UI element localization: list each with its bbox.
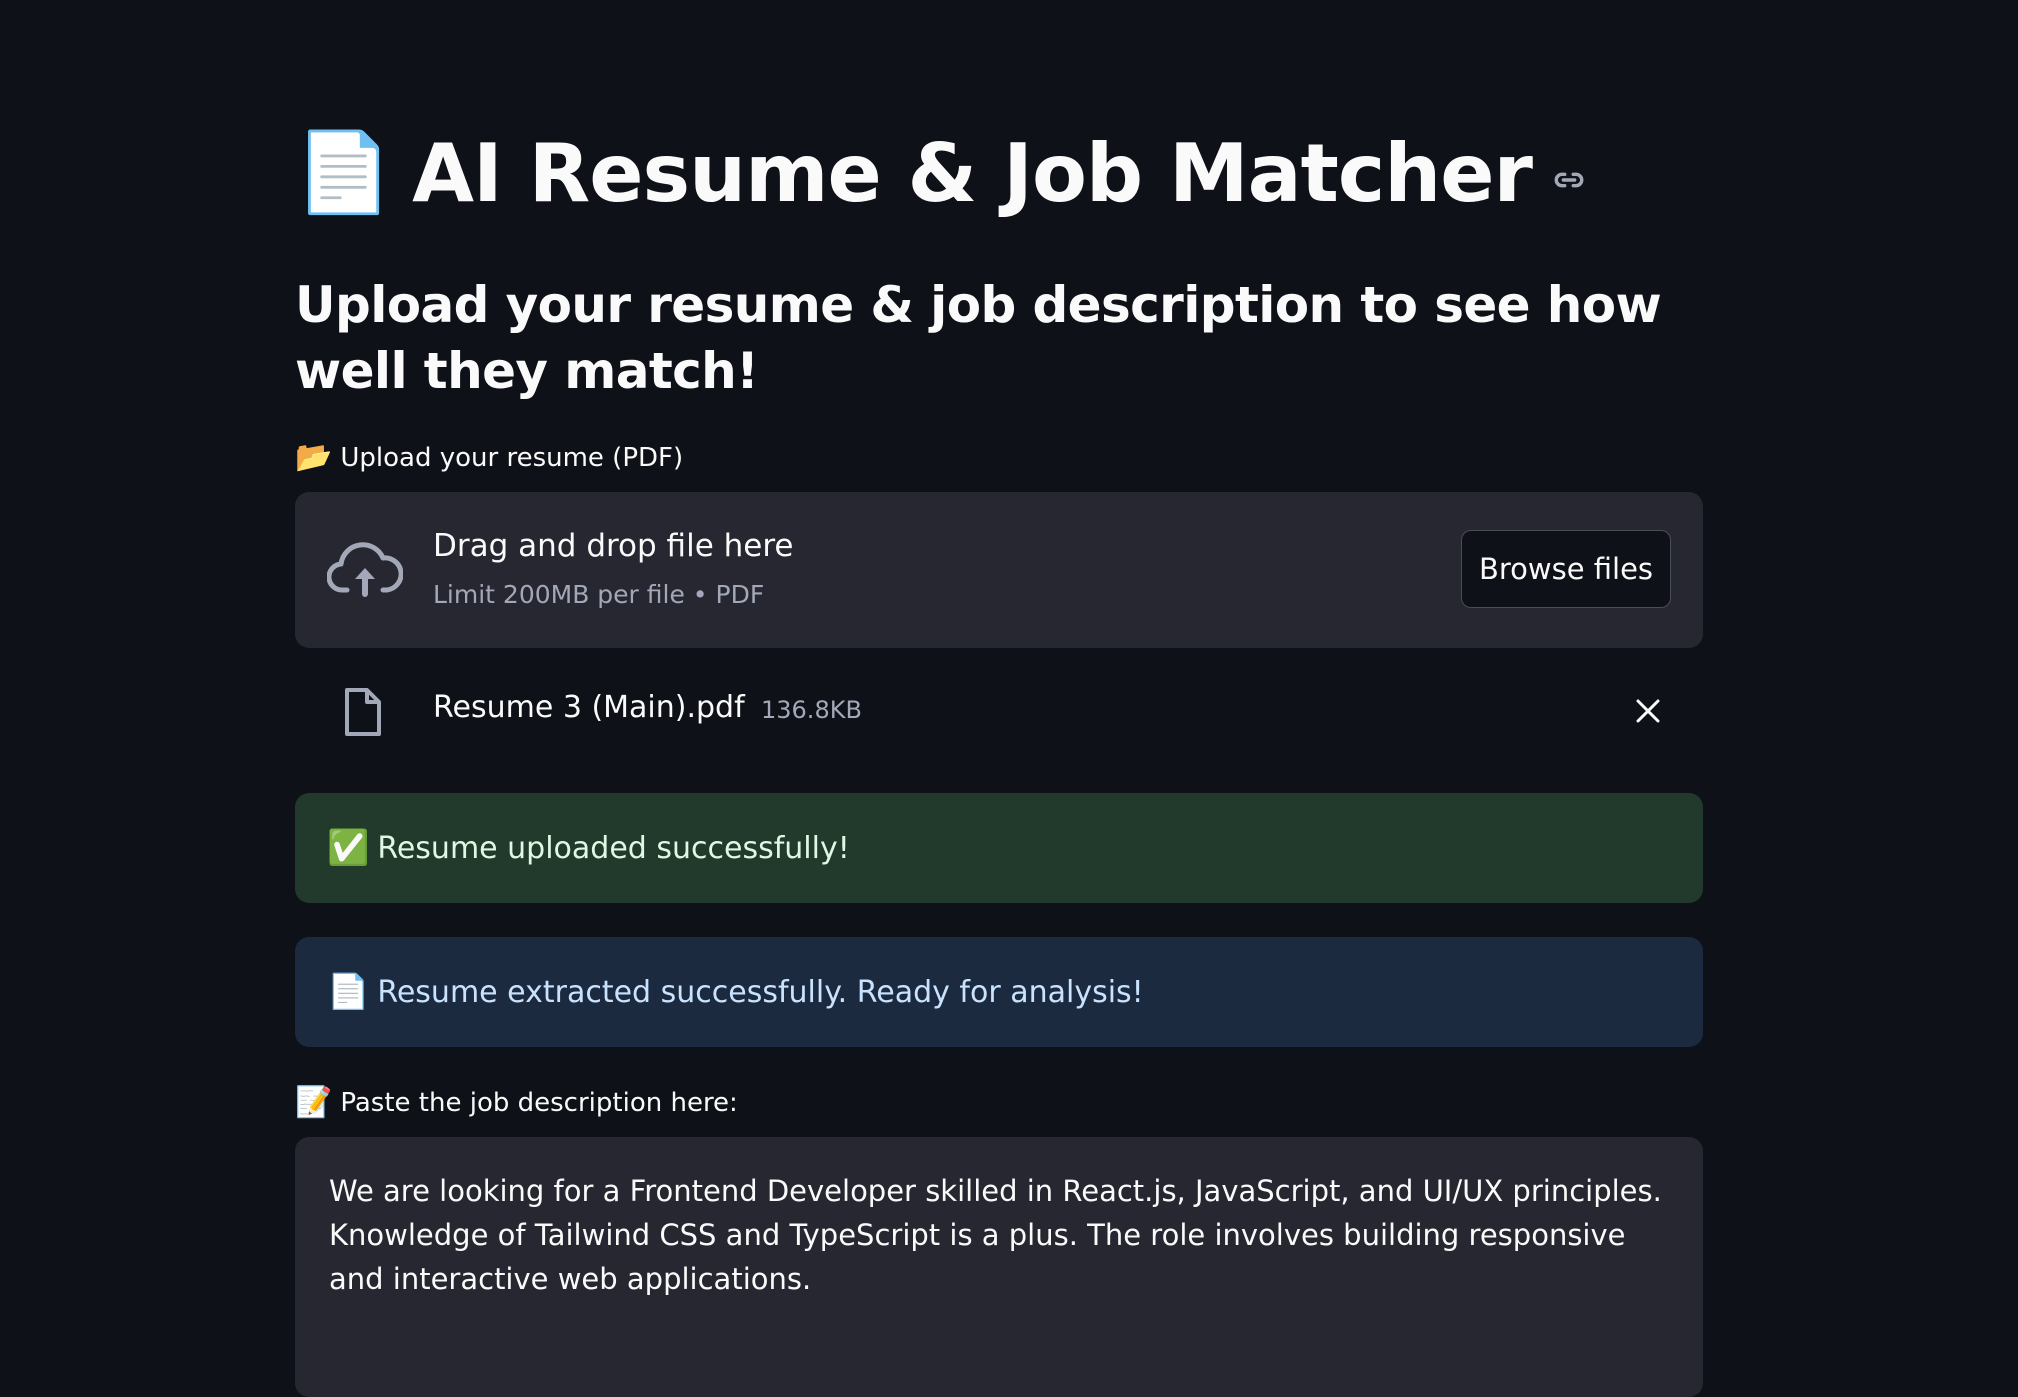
uploaded-file-size: 136.8KB [761,696,862,724]
job-description-value: We are looking for a Frontend Developer … [329,1174,1662,1296]
check-mark-icon: ✅ [327,828,370,868]
page-title: AI Resume & Job Matcher [412,126,1533,220]
uploaded-file-item: Resume 3 (Main).pdf 136.8KB [295,672,1703,750]
browse-files-button[interactable]: Browse files [1461,530,1671,608]
document-emoji-icon: 📄 [295,128,393,218]
file-icon [345,688,381,736]
resume-upload-label-text: Upload your resume (PDF) [340,442,684,473]
dropzone-title: Drag and drop file here [433,528,794,564]
document-icon: 📄 [327,972,370,1012]
cloud-upload-icon [327,542,403,597]
page-subheader: Upload your resume & job description to … [295,276,1662,400]
memo-icon: 📝 [295,1085,333,1120]
job-description-label-text: Paste the job description here: [340,1087,738,1118]
link-icon[interactable] [1552,163,1586,197]
folder-icon: 📂 [295,440,333,475]
resume-upload-label: 📂 Upload your resume (PDF) [295,440,683,475]
success-alert-text: Resume uploaded successfully! [377,830,850,866]
page-title-row: 📄 AI Resume & Job Matcher [295,118,1586,228]
job-description-textarea[interactable]: We are looking for a Frontend Developer … [295,1137,1703,1397]
file-dropzone[interactable]: Drag and drop file here Limit 200MB per … [295,492,1703,648]
success-alert: ✅ Resume uploaded successfully! [295,793,1703,903]
info-alert: 📄 Resume extracted successfully. Ready f… [295,937,1703,1047]
job-description-label: 📝 Paste the job description here: [295,1085,738,1120]
uploaded-file-name: Resume 3 (Main).pdf [433,690,745,725]
info-alert-text: Resume extracted successfully. Ready for… [377,974,1144,1010]
close-icon[interactable] [1635,698,1661,724]
dropzone-limit: Limit 200MB per file • PDF [433,580,765,609]
